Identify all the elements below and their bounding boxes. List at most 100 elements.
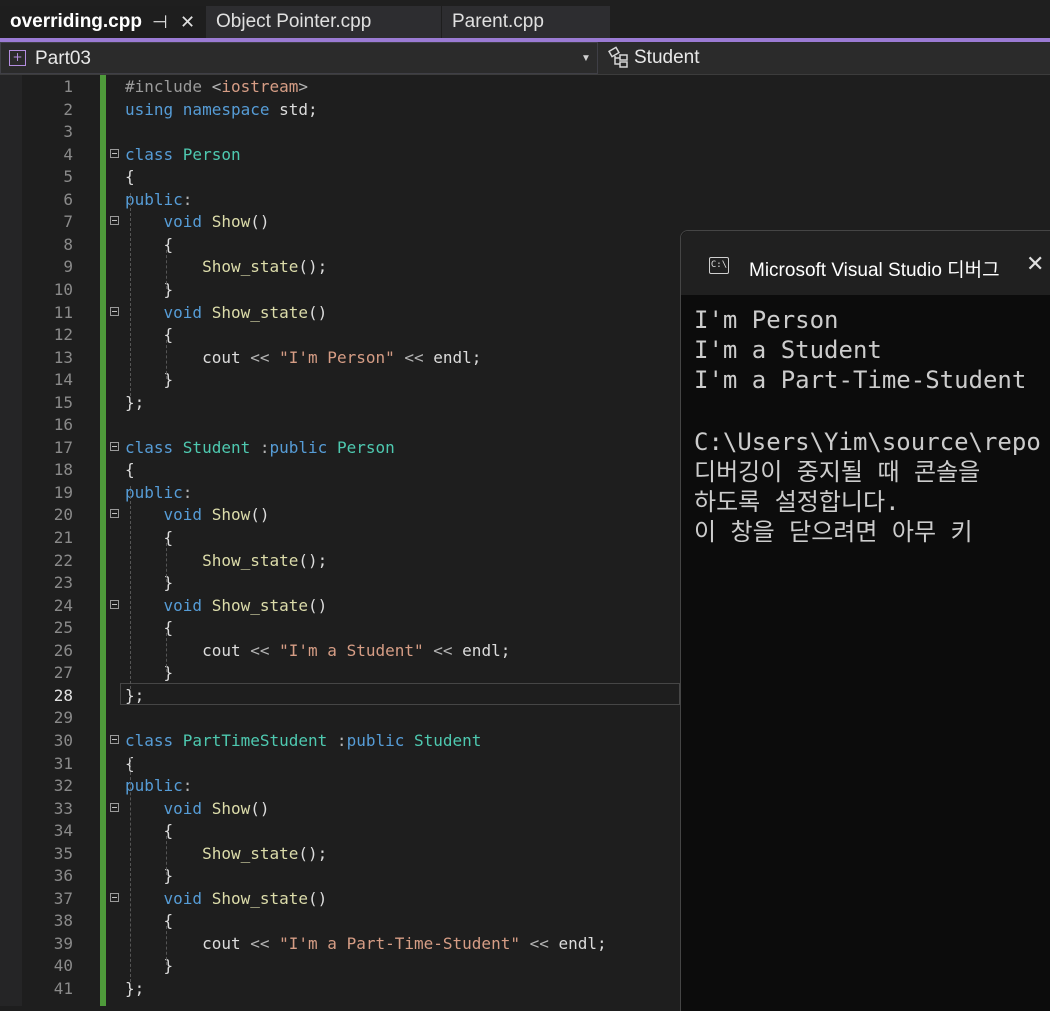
code-line[interactable]: 11 void Show_state() — [0, 302, 680, 325]
pin-icon[interactable]: ⊣ — [152, 6, 168, 38]
code-line[interactable]: 3 — [0, 121, 680, 144]
code-line[interactable]: 20 void Show() — [0, 504, 680, 527]
code-line[interactable]: 32 public: — [0, 775, 680, 798]
project-dropdown[interactable]: + Part03 ▼ — [0, 42, 598, 74]
collapse-icon[interactable] — [110, 509, 119, 519]
code-text: using namespace std; — [125, 99, 318, 119]
code-text: void Show_state() — [163, 888, 328, 908]
code-text: cout << "I'm a Student" << endl; — [125, 640, 511, 660]
code-text: public: — [125, 482, 193, 502]
line-number: 27 — [53, 663, 73, 683]
code-line[interactable]: 28}; — [0, 685, 680, 708]
code-line[interactable]: 6 public: — [0, 189, 680, 212]
code-text: }; — [125, 392, 145, 412]
line-number: 37 — [53, 888, 73, 908]
line-number: 15 — [53, 392, 73, 412]
code-line[interactable]: 34 { — [0, 820, 680, 843]
code-line[interactable]: 7 void Show() — [0, 211, 680, 234]
close-icon[interactable]: ✕ — [180, 6, 195, 38]
line-number: 13 — [53, 347, 73, 367]
code-text: public: — [125, 776, 193, 796]
line-number: 29 — [53, 708, 73, 728]
code-line[interactable]: 37 void Show_state() — [0, 888, 680, 911]
line-number: 34 — [53, 821, 73, 841]
code-line[interactable]: 38 { — [0, 910, 680, 933]
console-title-bar[interactable]: C:\ Microsoft Visual Studio 디버그 ✕ — [681, 231, 1050, 295]
code-line[interactable]: 24 void Show_state() — [0, 595, 680, 618]
code-line[interactable]: 29 — [0, 707, 680, 730]
code-line[interactable]: 17 class Student :public Person — [0, 437, 680, 460]
code-text: void Show() — [163, 212, 270, 232]
collapse-icon[interactable] — [110, 802, 119, 812]
line-number: 10 — [53, 279, 73, 299]
code-line[interactable]: 22 Show_state(); — [0, 550, 680, 573]
code-text: class Student :public Person — [125, 437, 395, 457]
console-line: I'm a Student — [694, 336, 882, 364]
code-line[interactable]: 36 } — [0, 865, 680, 888]
line-number: 7 — [63, 212, 73, 232]
project-icon: + — [9, 50, 26, 66]
code-line[interactable]: 41}; — [0, 978, 680, 1001]
collapse-icon[interactable] — [110, 599, 119, 609]
code-line[interactable]: 25 { — [0, 617, 680, 640]
console-line: 이 창을 닫으려면 아무 키 — [694, 518, 973, 546]
code-line[interactable]: 12 { — [0, 324, 680, 347]
code-line[interactable]: 16 — [0, 414, 680, 437]
code-line[interactable]: 31{ — [0, 753, 680, 776]
code-line[interactable]: 2 using namespace std; — [0, 99, 680, 122]
code-text: }; — [125, 685, 145, 705]
collapse-icon[interactable] — [110, 734, 119, 744]
close-icon[interactable]: ✕ — [1026, 251, 1044, 277]
line-number: 24 — [53, 595, 73, 615]
collapse-icon[interactable] — [110, 216, 119, 226]
debug-console-window[interactable]: C:\ Microsoft Visual Studio 디버그 ✕ I'm Pe… — [680, 230, 1050, 1011]
code-text: cout << "I'm a Part-Time-Student" << end… — [125, 933, 607, 953]
chevron-down-icon[interactable]: ▼ — [581, 43, 591, 75]
line-number: 12 — [53, 325, 73, 345]
collapse-icon[interactable] — [110, 892, 119, 902]
code-line[interactable]: 5{ — [0, 166, 680, 189]
code-line[interactable]: 14 } — [0, 369, 680, 392]
indent-guide — [166, 926, 167, 966]
code-line[interactable]: 35 Show_state(); — [0, 843, 680, 866]
indent-guide — [166, 836, 167, 876]
code-line[interactable]: 8 { — [0, 234, 680, 257]
code-line[interactable]: 30 class PartTimeStudent :public Student — [0, 730, 680, 753]
code-line[interactable]: 4 class Person — [0, 144, 680, 167]
code-line[interactable]: 18 { — [0, 459, 680, 482]
class-icon — [608, 46, 632, 70]
code-line[interactable]: 40 } — [0, 955, 680, 978]
line-number: 17 — [53, 437, 73, 457]
code-line[interactable]: 1 #include <iostream> — [0, 76, 680, 99]
collapse-icon[interactable] — [110, 306, 119, 316]
line-number: 11 — [53, 302, 73, 322]
code-line[interactable]: 21 { — [0, 527, 680, 550]
console-line: 하도록 설정합니다. — [694, 488, 900, 516]
line-number: 28 — [53, 685, 73, 705]
collapse-icon[interactable] — [110, 148, 119, 158]
collapse-icon[interactable] — [110, 441, 119, 451]
code-line[interactable]: 10 } — [0, 279, 680, 302]
line-number: 9 — [63, 257, 73, 277]
code-line[interactable]: 27 } — [0, 662, 680, 685]
line-number: 25 — [53, 618, 73, 638]
line-number: 18 — [53, 460, 73, 480]
code-line[interactable]: 9 Show_state(); — [0, 256, 680, 279]
code-line[interactable]: 39 cout << "I'm a Part-Time-Student" << … — [0, 933, 680, 956]
code-line[interactable]: 33 void Show() — [0, 798, 680, 821]
line-number: 30 — [53, 730, 73, 750]
code-line[interactable]: 15}; — [0, 392, 680, 415]
scope-dropdown[interactable]: Student — [600, 42, 1050, 74]
code-text: #include <iostream> — [125, 77, 309, 96]
tab-overriding-cpp[interactable]: overriding.cpp ⊣ ✕ — [0, 6, 206, 38]
code-line[interactable]: 26 cout << "I'm a Student" << endl; — [0, 640, 680, 663]
project-name: Part03 — [35, 48, 91, 69]
code-text: public: — [125, 189, 193, 209]
line-number: 35 — [53, 843, 73, 863]
code-line[interactable]: 13 cout << "I'm Person" << endl; — [0, 347, 680, 370]
tab-parent-cpp[interactable]: Parent.cpp — [442, 6, 610, 38]
code-line[interactable]: 19 public: — [0, 482, 680, 505]
tab-object-pointer-cpp[interactable]: Object Pointer.cpp — [206, 6, 442, 38]
code-line[interactable]: 23 } — [0, 572, 680, 595]
indent-guide — [130, 756, 131, 982]
